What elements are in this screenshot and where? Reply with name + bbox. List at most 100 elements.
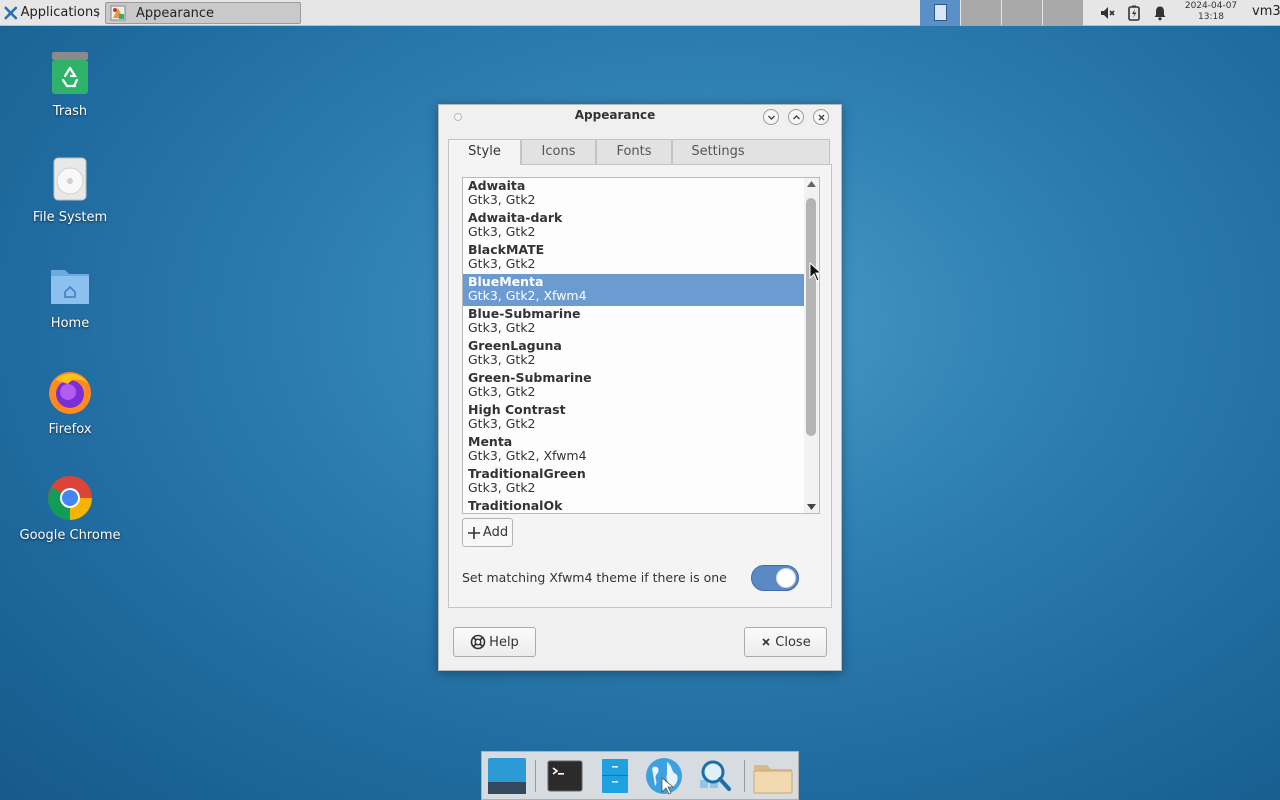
theme-engines: Gtk3, Gtk2	[468, 224, 536, 239]
chevron-down-icon	[768, 115, 775, 120]
tab-style[interactable]: Style	[448, 139, 521, 165]
close-button[interactable]: Close	[744, 627, 827, 657]
add-button-label: Add	[482, 525, 509, 540]
theme-engines: Gtk3, Gtk2	[468, 320, 536, 335]
terminal-icon	[547, 760, 583, 792]
theme-row-adwaita[interactable]: Adwaita Gtk3, Gtk2	[463, 178, 805, 210]
web-browser-icon	[646, 758, 682, 795]
bottom-dock	[481, 751, 799, 800]
close-window-button[interactable]	[813, 109, 829, 125]
folder-icon	[753, 765, 793, 794]
desktop-icon-firefox[interactable]: Firefox	[15, 368, 125, 437]
taskbar-button-label: Appearance	[136, 5, 215, 21]
theme-row-green-submarine[interactable]: Green-Submarine Gtk3, Gtk2	[463, 370, 805, 402]
close-icon	[762, 638, 770, 646]
scroll-down-arrow-icon[interactable]	[807, 504, 816, 510]
theme-row-blue-submarine[interactable]: Blue-Submarine Gtk3, Gtk2	[463, 306, 805, 338]
help-lifebuoy-icon	[470, 634, 486, 650]
workspace-2[interactable]	[961, 0, 1001, 26]
theme-row-high-contrast[interactable]: High Contrast Gtk3, Gtk2	[463, 402, 805, 434]
desktop-icon-label: File System	[32, 210, 108, 225]
workspace-3[interactable]	[1002, 0, 1042, 26]
plus-icon	[467, 526, 480, 539]
tab-settings[interactable]: Settings	[672, 139, 764, 164]
appearance-window: Appearance Style Icons Fonts Settings Ad…	[438, 104, 842, 671]
theme-engines: Gtk3, Gtk2	[468, 384, 536, 399]
notification-bell-icon[interactable]	[1152, 5, 1168, 21]
match-xfwm4-toggle[interactable]	[751, 565, 799, 591]
theme-list-scrollbar[interactable]	[804, 178, 819, 513]
dock-terminal[interactable]	[544, 756, 586, 796]
chevron-up-icon	[793, 115, 800, 120]
theme-row-menta[interactable]: Menta Gtk3, Gtk2, Xfwm4	[463, 434, 805, 466]
dock-separator	[535, 760, 536, 792]
desktop-icon-label: Firefox	[48, 422, 92, 437]
tab-bar-filler	[763, 139, 830, 164]
applications-label: Applications	[20, 5, 100, 20]
theme-row-adwaita-dark[interactable]: Adwaita-dark Gtk3, Gtk2	[463, 210, 805, 242]
theme-row-traditionalok[interactable]: TraditionalOk	[463, 498, 805, 513]
theme-row-blackmate[interactable]: BlackMATE Gtk3, Gtk2	[463, 242, 805, 274]
user-name[interactable]: vm3	[1252, 4, 1280, 19]
volume-muted-icon[interactable]	[1099, 5, 1115, 21]
theme-name: Green-Submarine	[468, 370, 592, 385]
tab-fonts[interactable]: Fonts	[596, 139, 672, 164]
show-desktop-icon	[488, 758, 526, 794]
tab-bar: Style Icons Fonts Settings	[448, 139, 832, 165]
maximize-button[interactable]	[788, 109, 804, 125]
theme-engines: Gtk3, Gtk2	[468, 416, 536, 431]
mouse-pointer-icon	[809, 262, 822, 282]
top-panel: Applications ⁝ Appearance 2024-04-07 13:…	[0, 0, 1280, 26]
settings-notebook: Style Icons Fonts Settings Adwaita Gtk3,…	[448, 139, 832, 608]
theme-name: Adwaita-dark	[468, 210, 563, 225]
theme-name: GreenLaguna	[468, 338, 562, 353]
app-finder-icon	[700, 760, 731, 791]
minimize-button[interactable]	[763, 109, 779, 125]
clock[interactable]: 2024-04-07 13:18	[1180, 1, 1242, 23]
taskbar-button-appearance[interactable]: Appearance	[105, 2, 301, 24]
theme-engines: Gtk3, Gtk2, Xfwm4	[468, 288, 587, 303]
dock-file-manager[interactable]	[594, 756, 636, 796]
dock-web-browser[interactable]	[643, 756, 685, 796]
trash-icon	[46, 50, 94, 98]
clock-date: 2024-04-07	[1184, 1, 1238, 11]
theme-row-traditionalgreen[interactable]: TraditionalGreen Gtk3, Gtk2	[463, 466, 805, 498]
theme-row-greenlaguna[interactable]: GreenLaguna Gtk3, Gtk2	[463, 338, 805, 370]
theme-name: Menta	[468, 434, 513, 449]
theme-engines: Gtk3, Gtk2	[468, 352, 536, 367]
help-button[interactable]: Help	[453, 627, 536, 657]
battery-icon[interactable]	[1126, 5, 1142, 21]
appearance-icon	[110, 5, 126, 21]
desktop-icon-home[interactable]: Home	[15, 262, 125, 331]
panel-separator: ⁝	[96, 8, 100, 21]
theme-name: BlackMATE	[468, 242, 545, 257]
theme-name: TraditionalOk	[468, 498, 563, 513]
dock-app-finder[interactable]	[694, 756, 736, 796]
desktop-icon-google-chrome[interactable]: Google Chrome	[15, 474, 125, 543]
firefox-icon	[46, 368, 94, 416]
dock-show-desktop[interactable]	[486, 756, 528, 796]
theme-engines: Gtk3, Gtk2	[468, 256, 536, 271]
add-theme-button[interactable]: Add	[462, 518, 513, 547]
desktop-icon-trash[interactable]: Trash	[15, 50, 125, 119]
scrollbar-thumb[interactable]	[806, 198, 816, 436]
match-xfwm4-label: Set matching Xfwm4 theme if there is one	[462, 570, 727, 585]
desktop-icon-file-system[interactable]: File System	[15, 156, 125, 225]
dock-folder[interactable]	[752, 756, 794, 796]
theme-list[interactable]: Adwaita Gtk3, Gtk2 Adwaita-dark Gtk3, Gt…	[462, 177, 820, 514]
workspace-1[interactable]	[920, 0, 960, 26]
close-button-label: Close	[775, 634, 811, 650]
scroll-up-arrow-icon[interactable]	[807, 181, 816, 187]
file-manager-icon	[602, 759, 628, 793]
applications-menu-button[interactable]: Applications	[0, 0, 100, 25]
home-folder-icon	[46, 262, 94, 310]
style-page: Adwaita Gtk3, Gtk2 Adwaita-dark Gtk3, Gt…	[448, 164, 832, 608]
tab-icons[interactable]: Icons	[521, 139, 596, 164]
theme-row-bluementa-selected[interactable]: BlueMenta Gtk3, Gtk2, Xfwm4	[463, 274, 805, 306]
window-titlebar[interactable]: Appearance	[439, 105, 841, 129]
workspace-4[interactable]	[1043, 0, 1083, 26]
close-icon	[818, 114, 825, 121]
window-title: Appearance	[574, 108, 656, 122]
toggle-knob	[776, 568, 796, 588]
drive-icon	[46, 156, 94, 204]
